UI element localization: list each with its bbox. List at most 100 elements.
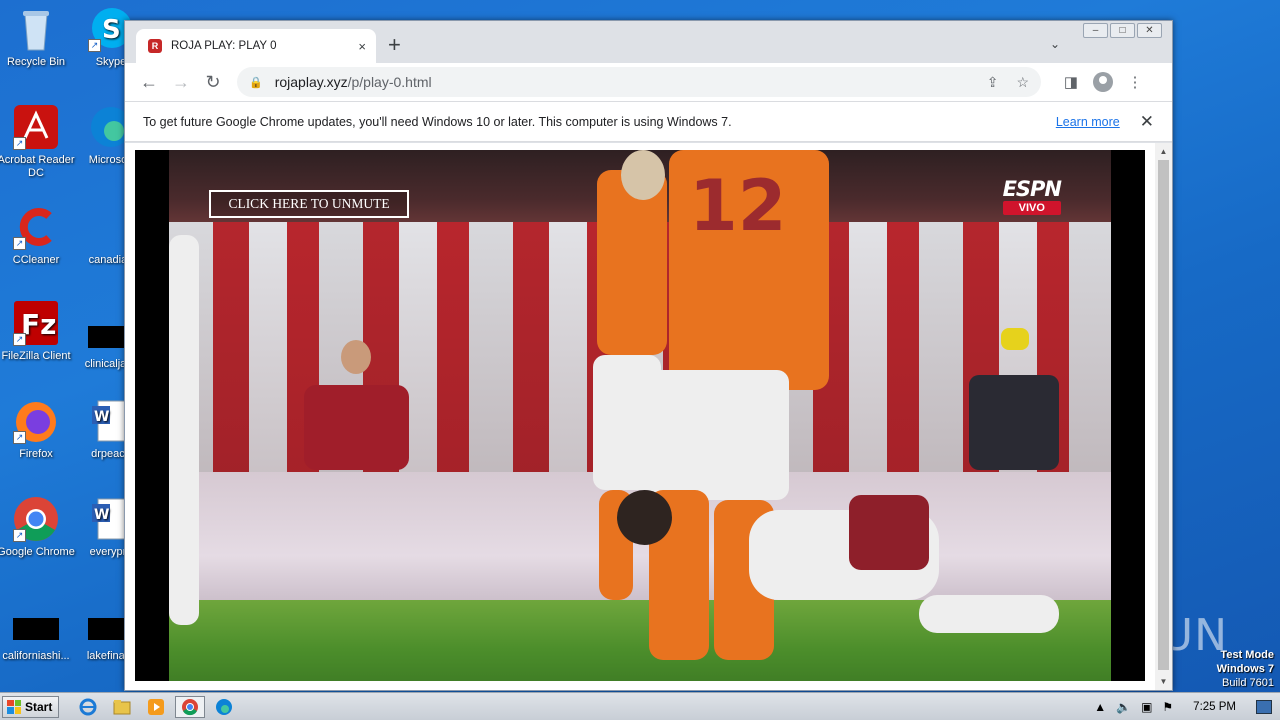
- back-button[interactable]: ←: [133, 72, 165, 93]
- system-tray: ▲ 🔈 ▣ ⚑ 7:25 PM: [1094, 699, 1280, 714]
- network-icon[interactable]: ▣: [1141, 700, 1152, 714]
- desktop-icon-chrome[interactable]: ↗ Google Chrome: [0, 496, 75, 559]
- minimize-button[interactable]: –: [1083, 23, 1108, 38]
- desktop-icon-label: CCleaner: [12, 254, 60, 266]
- url-text[interactable]: rojaplay.xyz/p/play-0.html: [275, 74, 969, 90]
- build-line: Build 7601: [1222, 677, 1274, 689]
- media-player-icon[interactable]: [141, 696, 171, 718]
- desktop-icon-recycle-bin[interactable]: Recycle Bin: [0, 6, 75, 69]
- vertical-scrollbar[interactable]: ▲ ▼: [1155, 143, 1172, 690]
- tab-active[interactable]: R ROJA PLAY: PLAY 0 ×: [136, 29, 376, 63]
- start-label: Start: [25, 699, 53, 714]
- shortcut-arrow-icon: ↗: [13, 431, 26, 444]
- windows-version-line: Windows 7: [1216, 663, 1274, 675]
- side-panel-icon[interactable]: ◨: [1055, 73, 1087, 91]
- player-head: [621, 150, 665, 200]
- photographer-figure: [969, 375, 1059, 470]
- scroll-up-icon[interactable]: ▲: [1155, 143, 1172, 160]
- svg-text:S: S: [102, 15, 121, 45]
- taskbar: Start ▲ 🔈 ▣ ⚑ 7:25 PM: [0, 692, 1280, 720]
- test-mode-line: Test Mode: [1220, 649, 1274, 661]
- close-window-button[interactable]: ✕: [1137, 23, 1162, 38]
- desktop-icon-label: Recycle Bin: [6, 56, 66, 68]
- recycle-bin-icon: [13, 6, 59, 52]
- new-tab-button[interactable]: +: [388, 34, 401, 56]
- url-path: /p/play-0.html: [347, 74, 432, 90]
- windows-flag-icon: [7, 699, 21, 714]
- chrome-icon: ↗: [13, 496, 59, 542]
- fallen-player-head: [617, 490, 672, 545]
- clock[interactable]: 7:25 PM: [1193, 701, 1236, 713]
- scrollbar-thumb[interactable]: [1158, 160, 1169, 670]
- desktop-icon-californiashi[interactable]: californiashi...: [0, 604, 75, 663]
- volume-icon[interactable]: 🔈: [1116, 700, 1131, 714]
- desktop-icon-filezilla[interactable]: Fz ↗ FileZilla Client: [0, 300, 75, 363]
- browser-toolbar: ← → ↻ 🔒 rojaplay.xyz/p/play-0.html ⇪ ☆ ◨…: [125, 63, 1172, 101]
- spectator-head: [341, 340, 371, 374]
- jersey-number: 12: [689, 165, 787, 247]
- desktop-icon-label: californiashi...: [2, 650, 70, 662]
- desktop-icon-label: Acrobat Reader DC: [0, 154, 75, 179]
- shortcut-arrow-icon: ↗: [13, 333, 26, 346]
- browser-window: – □ ✕ R ROJA PLAY: PLAY 0 × + ⌄ ← → ↻ 🔒 …: [124, 20, 1173, 691]
- chrome-icon[interactable]: [175, 695, 206, 718]
- lock-icon[interactable]: 🔒: [249, 76, 263, 89]
- shortcut-arrow-icon: ↗: [13, 529, 26, 542]
- espn-wordmark: ESPN: [1002, 177, 1062, 201]
- video-player[interactable]: 12 ESPN VIVO CLICK HERE TO UNMUTE: [135, 150, 1145, 681]
- fallen-player-leg: [919, 595, 1059, 633]
- live-badge: VIVO: [1002, 201, 1061, 215]
- window-controls: – □ ✕: [1083, 23, 1162, 38]
- update-infobar: To get future Google Chrome updates, you…: [125, 101, 1172, 142]
- infobar-close-icon[interactable]: ✕: [1140, 112, 1154, 132]
- maximize-button[interactable]: □: [1110, 23, 1135, 38]
- tab-title: ROJA PLAY: PLAY 0: [171, 40, 277, 52]
- desktop-icon-label: Google Chrome: [0, 546, 75, 558]
- desktop-icon-acrobat[interactable]: ↗ Acrobat Reader DC: [0, 104, 75, 180]
- spectator-figure: [304, 385, 409, 470]
- match-video-frame[interactable]: 12 ESPN VIVO CLICK HERE TO UNMUTE: [169, 150, 1111, 681]
- file-icon: [13, 618, 59, 640]
- share-icon[interactable]: ⇪: [987, 74, 999, 91]
- infobar-message: To get future Google Chrome updates, you…: [143, 114, 732, 129]
- desktop-icon-label: Firefox: [19, 448, 53, 460]
- desktop-icon-label: FileZilla Client: [1, 350, 71, 362]
- left-player: [169, 235, 199, 625]
- ccleaner-icon: ↗: [13, 204, 59, 250]
- filezilla-icon: Fz ↗: [13, 300, 59, 346]
- edge-icon[interactable]: [209, 696, 239, 718]
- ie-icon[interactable]: [73, 696, 103, 718]
- url-domain: rojaplay.xyz: [274, 74, 348, 90]
- learn-more-link[interactable]: Learn more: [1056, 115, 1120, 129]
- svg-text:W: W: [94, 507, 109, 523]
- profile-avatar-icon[interactable]: [1093, 72, 1113, 92]
- start-button[interactable]: Start: [2, 695, 60, 718]
- fallen-player-shorts: [849, 495, 929, 570]
- scroll-down-icon[interactable]: ▼: [1155, 673, 1172, 690]
- tab-close-icon[interactable]: ×: [358, 39, 366, 54]
- address-bar[interactable]: 🔒 rojaplay.xyz/p/play-0.html ⇪ ☆: [237, 67, 1041, 97]
- shortcut-arrow-icon: ↗: [13, 237, 26, 250]
- unmute-button[interactable]: CLICK HERE TO UNMUTE: [209, 190, 409, 218]
- show-desktop-button[interactable]: [1256, 699, 1272, 714]
- roja-favicon-icon: R: [148, 39, 162, 53]
- firefox-icon: ↗: [13, 398, 59, 444]
- tab-search-chevron-icon[interactable]: ⌄: [1050, 37, 1060, 51]
- player-orange-back: [597, 170, 667, 355]
- tray-expand-icon[interactable]: ▲: [1094, 700, 1106, 714]
- action-center-flag-icon[interactable]: ⚑: [1162, 700, 1173, 714]
- page-content: 12 ESPN VIVO CLICK HERE TO UNMUTE ▲ ▼: [125, 143, 1172, 690]
- kebab-menu-icon[interactable]: ⋮: [1119, 73, 1151, 91]
- bookmark-star-icon[interactable]: ☆: [1016, 74, 1029, 91]
- forward-button[interactable]: →: [165, 72, 197, 93]
- test-mode-notice: Test Mode Windows 7 Build 7601: [1217, 648, 1274, 690]
- shortcut-arrow-icon: ↗: [88, 39, 101, 52]
- acrobat-icon: ↗: [13, 104, 59, 150]
- player-front-shorts: [649, 370, 789, 500]
- explorer-icon[interactable]: [107, 696, 137, 718]
- espn-logo: ESPN VIVO: [1002, 177, 1062, 215]
- photographer-hat: [1001, 328, 1029, 350]
- reload-button[interactable]: ↻: [197, 72, 229, 93]
- desktop-icon-firefox[interactable]: ↗ Firefox: [0, 398, 75, 461]
- desktop-icon-ccleaner[interactable]: ↗ CCleaner: [0, 204, 75, 267]
